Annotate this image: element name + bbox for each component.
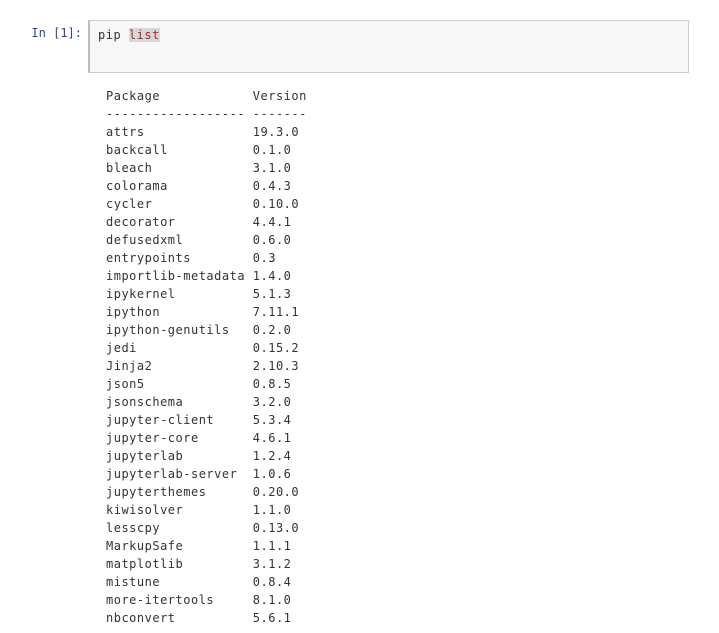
prompt-count: [1]: [53, 26, 82, 40]
code-cell: In [1]: pip list [30, 20, 689, 73]
input-prompt: In [1]: [30, 20, 88, 73]
code-token-arg: list [129, 28, 160, 42]
notebook-page: In [1]: pip list Package Version -------… [0, 0, 719, 633]
stdout-output: Package Version ------------------ -----… [88, 87, 689, 627]
output-cell: Package Version ------------------ -----… [30, 87, 689, 627]
prompt-label: In [31, 26, 45, 40]
output-prompt-spacer [30, 87, 88, 627]
code-token-cmd: pip [98, 28, 129, 42]
code-input[interactable]: pip list [88, 20, 689, 73]
